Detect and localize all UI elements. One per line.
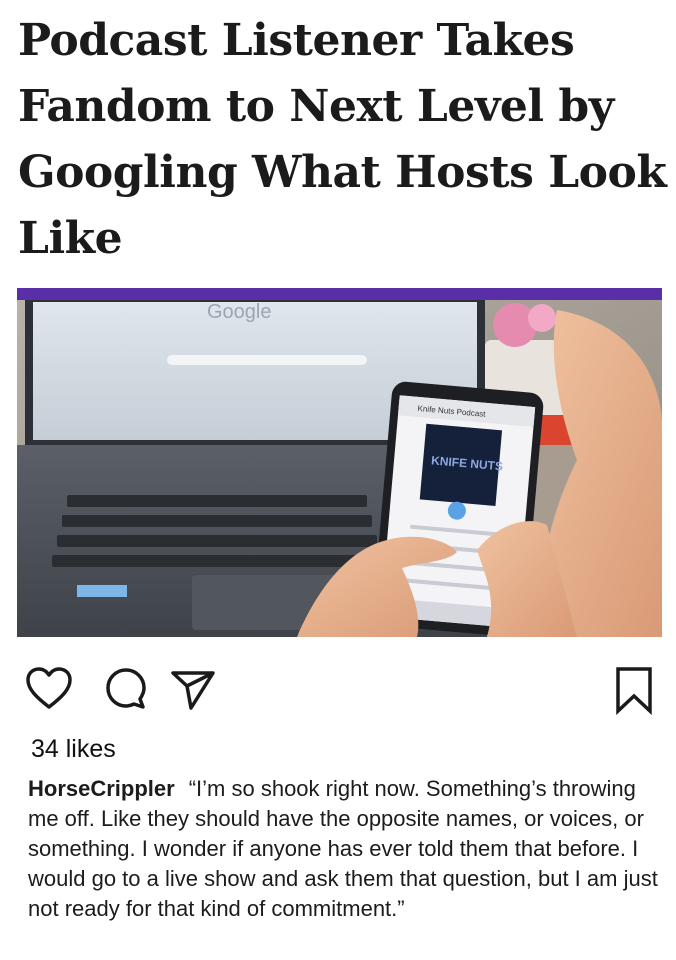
browser-logo: Google [207, 301, 272, 323]
headline-line-1: Podcast Listener Takes [18, 15, 575, 66]
post-photo[interactable]: Google Knife Nuts Podcast KNIFE NUTS [17, 300, 662, 637]
bookmark-icon[interactable] [614, 665, 654, 720]
headline-line-2: Fandom to Next Level by [18, 81, 614, 132]
photo-illustration: Google Knife Nuts Podcast KNIFE NUTS [17, 300, 662, 637]
accent-bar [17, 288, 662, 300]
likes-count[interactable]: 34 likes [31, 735, 116, 764]
heart-icon[interactable] [24, 665, 74, 718]
headline-line-3: Googling What Hosts Look [18, 147, 667, 198]
article-headline: Podcast Listener Takes Fandom to Next Le… [18, 8, 668, 272]
headline-line-4: Like [18, 213, 123, 264]
share-icon[interactable] [168, 665, 218, 718]
post-caption: HorseCrippler “I’m so shook right now. So… [28, 774, 658, 924]
post-actions [0, 665, 676, 725]
username[interactable]: HorseCrippler [28, 776, 175, 801]
comment-icon[interactable] [102, 665, 150, 718]
